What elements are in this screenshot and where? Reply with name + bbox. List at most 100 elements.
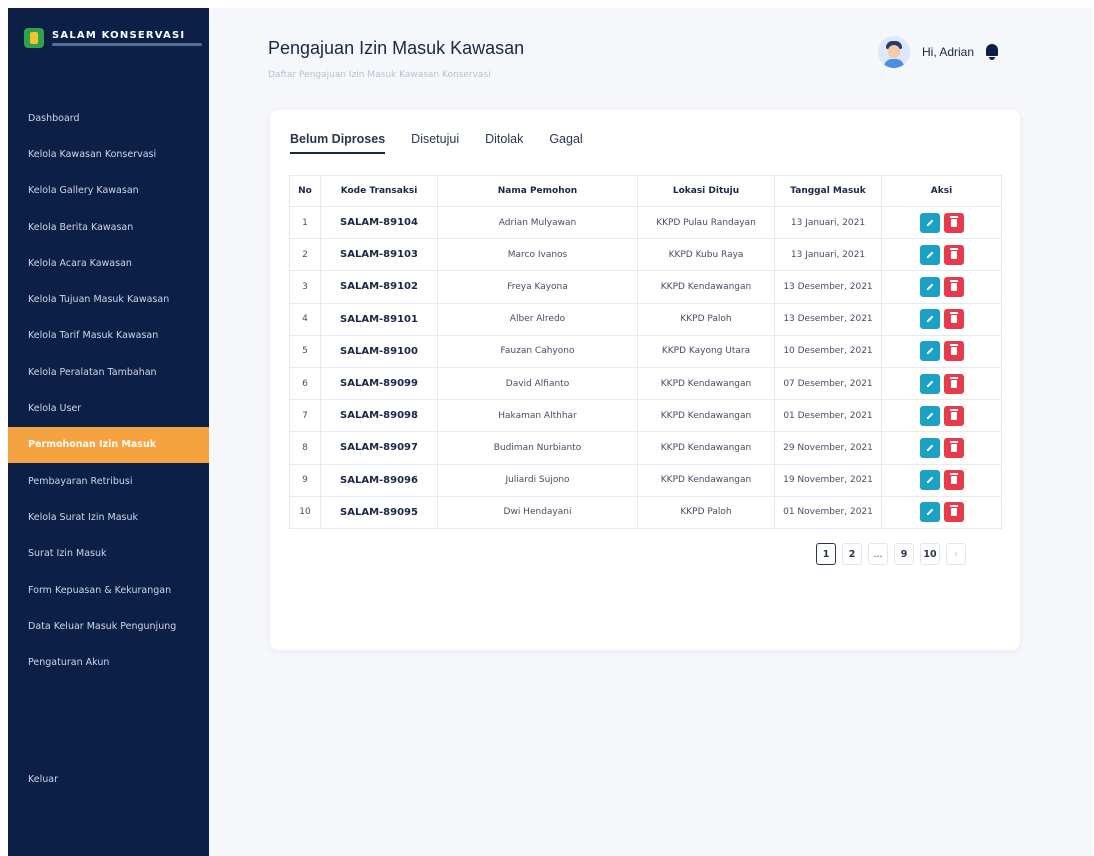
table-row[interactable]: 9 SALAM-89096 Juliardi Sujono KKPD Kendawan… <box>289 463 1002 497</box>
delete-button[interactable] <box>943 437 964 458</box>
table-row[interactable]: 5 SALAM-89100 Fauzan Cahyono KKPD Kayong Ut… <box>289 334 1002 368</box>
column-header-kode-transaksi: Kode Transaksi <box>320 175 438 207</box>
destination: KKPD Kubu Raya <box>637 238 775 272</box>
transaction-code: SALAM-89098 <box>320 399 438 433</box>
sidebar-item-form-kepuasan-kekurangan[interactable]: Form Kepuasan & Kekurangan <box>8 572 209 608</box>
sidebar-item-kelola-tarif-masuk-kawasan[interactable]: Kelola Tarif Masuk Kawasan <box>8 318 209 354</box>
trash-icon <box>949 344 958 356</box>
column-header-nama-pemohon: Nama Pemohon <box>437 175 638 207</box>
pencil-icon <box>925 476 934 484</box>
pencil-icon <box>925 251 934 259</box>
edit-button[interactable] <box>919 405 940 426</box>
delete-button[interactable] <box>943 212 964 233</box>
entry-date: 07 Desember, 2021 <box>774 366 882 401</box>
row-number: 4 <box>289 302 321 336</box>
sidebar-item-kelola-kawasan-konservasi[interactable]: Kelola Kawasan Konservasi <box>8 136 209 172</box>
delete-button[interactable] <box>943 309 964 330</box>
sidebar-item-permohonan-izin-masuk[interactable]: Permohonan Izin Masuk <box>8 426 209 463</box>
sidebar-item-kelola-peralatan-tambahan[interactable]: Kelola Peralatan Tambahan <box>8 354 209 390</box>
action-cell <box>881 431 1002 465</box>
table-row[interactable]: 10 SALAM-89095 Dwi Hendayani KKPD Paloh 01 N… <box>289 495 1002 529</box>
transaction-code: SALAM-89101 <box>320 302 438 336</box>
transaction-code: SALAM-89099 <box>320 366 438 401</box>
edit-button[interactable] <box>919 341 940 362</box>
sidebar-item-pembayaran-retribusi[interactable]: Pembayaran Retribusi <box>8 463 209 499</box>
brand-name: SALAM KONSERVASI <box>52 30 186 41</box>
pagination-ellipsis: ... <box>868 543 888 565</box>
delete-button[interactable] <box>943 276 964 297</box>
status-tabs: Belum Diproses Disetujui Ditolak Gagal <box>290 132 609 154</box>
trash-icon <box>949 408 958 420</box>
page-subtitle: Daftar Pengajuan Izin Masuk Kawasan Kons… <box>268 70 491 80</box>
page-button-10[interactable]: 10 <box>920 543 940 565</box>
trash-icon <box>949 215 958 227</box>
edit-button[interactable] <box>919 212 940 233</box>
sidebar: SALAM KONSERVASI Dashboard Kelola Kawasan… <box>8 8 209 856</box>
column-header-no: No <box>289 175 321 207</box>
page-button-9[interactable]: 9 <box>894 543 914 565</box>
user-greeting[interactable]: Hi, Adrian <box>922 45 974 59</box>
destination: KKPD Pulau Randayan <box>637 205 775 240</box>
column-header-lokasi-dituju: Lokasi Dituju <box>637 175 775 207</box>
edit-button[interactable] <box>919 373 940 394</box>
table-row[interactable]: 6 SALAM-89099 David Alfianto KKPD Kendawang… <box>289 366 1002 401</box>
table-row[interactable]: 3 SALAM-89102 Freya Kayona KKPD Kendawangan… <box>289 270 1002 304</box>
tab-gagal[interactable]: Gagal <box>549 132 582 154</box>
transaction-code: SALAM-89100 <box>320 334 438 368</box>
delete-button[interactable] <box>943 470 964 491</box>
pencil-icon <box>925 283 934 291</box>
tab-belum-diproses[interactable]: Belum Diproses <box>290 132 386 154</box>
sidebar-item-kelola-surat-izin-masuk[interactable]: Kelola Surat Izin Masuk <box>8 499 209 535</box>
delete-button[interactable] <box>943 405 964 426</box>
sidebar-item-pengaturan-akun[interactable]: Pengaturan Akun <box>8 644 209 680</box>
destination: KKPD Kayong Utara <box>637 334 775 368</box>
table-row[interactable]: 8 SALAM-89097 Budiman Nurbianto KKPD Kendaw… <box>289 431 1002 465</box>
table-row[interactable]: 4 SALAM-89101 Alber Alredo KKPD Paloh 13 Des… <box>289 302 1002 336</box>
sidebar-item-kelola-user[interactable]: Kelola User <box>8 390 209 426</box>
destination: KKPD Kendawangan <box>637 270 775 304</box>
bell-icon[interactable] <box>984 43 1000 61</box>
delete-button[interactable] <box>943 341 964 362</box>
delete-button[interactable] <box>943 373 964 394</box>
next-page-button[interactable]: › <box>946 543 966 565</box>
row-number: 9 <box>289 463 321 497</box>
destination: KKPD Kendawangan <box>637 399 775 433</box>
table-header-row: No Kode Transaksi Nama Pemohon Lokasi Dituj… <box>289 175 1002 207</box>
sidebar-item-data-keluar-masuk-pengunjung[interactable]: Data Keluar Masuk Pengunjung <box>8 608 209 644</box>
sidebar-item-kelola-gallery-kawasan[interactable]: Kelola Gallery Kawasan <box>8 173 209 209</box>
delete-button[interactable] <box>943 244 964 265</box>
pencil-icon <box>925 412 934 420</box>
applicant-name: Dwi Hendayani <box>437 495 638 529</box>
edit-button[interactable] <box>919 309 940 330</box>
delete-button[interactable] <box>943 502 964 523</box>
trash-icon <box>949 312 958 324</box>
page-button-1[interactable]: 1 <box>816 543 836 565</box>
entry-date: 13 Desember, 2021 <box>774 270 882 304</box>
column-header-aksi: Aksi <box>881 175 1002 207</box>
sidebar-item-surat-izin-masuk[interactable]: Surat Izin Masuk <box>8 536 209 572</box>
table-row[interactable]: 1 SALAM-89104 Adrian Mulyawan KKPD Pulau Ra… <box>289 205 1002 240</box>
edit-button[interactable] <box>919 470 940 491</box>
sidebar-item-dashboard[interactable]: Dashboard <box>8 100 209 136</box>
content-card: Belum Diproses Disetujui Ditolak Gagal No Ko… <box>270 110 1020 650</box>
tab-ditolak[interactable]: Ditolak <box>485 132 523 154</box>
sidebar-item-kelola-tujuan-masuk-kawasan[interactable]: Kelola Tujuan Masuk Kawasan <box>8 281 209 317</box>
user-avatar[interactable] <box>878 36 910 68</box>
edit-button[interactable] <box>919 276 940 297</box>
page-button-2[interactable]: 2 <box>842 543 862 565</box>
logout-link[interactable]: Keluar <box>28 774 58 785</box>
edit-button[interactable] <box>919 502 940 523</box>
edit-button[interactable] <box>919 244 940 265</box>
table-row[interactable]: 2 SALAM-89103 Marco Ivanos KKPD Kubu Raya 13… <box>289 238 1002 272</box>
user-menu[interactable]: Hi, Adrian <box>878 36 1000 68</box>
brand[interactable]: SALAM KONSERVASI <box>24 28 202 48</box>
sidebar-item-kelola-berita-kawasan[interactable]: Kelola Berita Kawasan <box>8 209 209 245</box>
applicant-name: Freya Kayona <box>437 270 638 304</box>
transaction-code: SALAM-89095 <box>320 495 438 529</box>
sidebar-item-kelola-acara-kawasan[interactable]: Kelola Acara Kawasan <box>8 245 209 281</box>
destination: KKPD Kendawangan <box>637 463 775 497</box>
tab-disetujui[interactable]: Disetujui <box>411 132 459 154</box>
transaction-code: SALAM-89104 <box>320 205 438 240</box>
edit-button[interactable] <box>919 437 940 458</box>
table-row[interactable]: 7 SALAM-89098 Hakaman Althhar KKPD Kendawan… <box>289 399 1002 433</box>
